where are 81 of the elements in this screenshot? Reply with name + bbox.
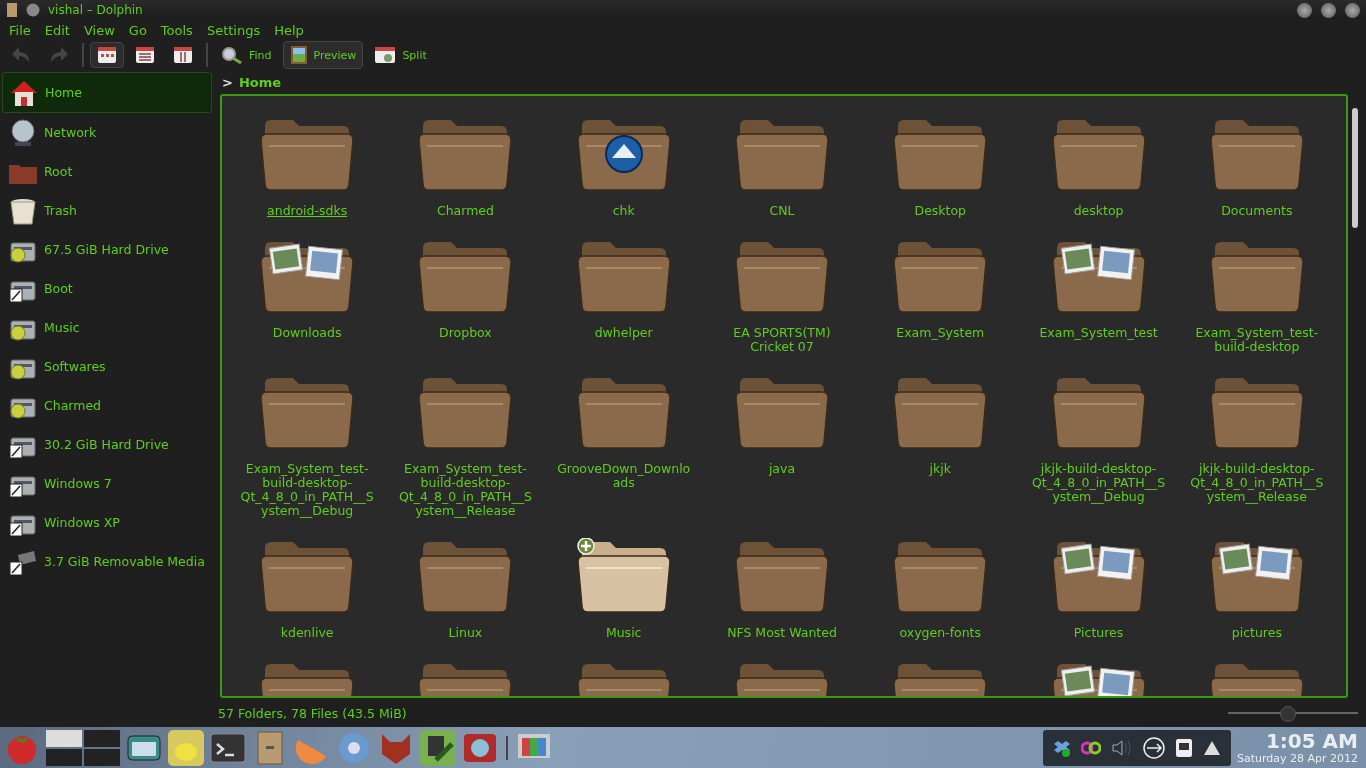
minimize-button[interactable] (1297, 2, 1312, 18)
file-name[interactable]: Exam_System_test (1030, 326, 1167, 340)
expand-triangle-icon[interactable] (1202, 739, 1221, 756)
folder-icon (575, 538, 672, 614)
file-name[interactable]: Exam_System_test-build-desktop (1188, 326, 1325, 354)
places-item[interactable]: Softwares (2, 347, 212, 386)
places-item[interactable]: Trash (2, 191, 212, 230)
places-item[interactable]: Windows XP (2, 503, 212, 542)
desktop-pager-icon[interactable] (46, 729, 120, 766)
rings-icon[interactable] (1080, 740, 1101, 755)
file-name[interactable]: android-sdks (239, 204, 376, 218)
file-name[interactable]: EA SPORTS(TM) Cricket 07 (714, 326, 850, 354)
menu-item[interactable]: Help (269, 22, 313, 38)
file-name[interactable]: CNL (714, 204, 850, 218)
status-text: 57 Folders, 78 Files (43.5 MiB) (218, 705, 407, 721)
preview-button[interactable]: Preview (282, 41, 364, 69)
find-button[interactable]: Find (214, 42, 279, 68)
menu-item[interactable]: Go (123, 22, 156, 38)
ink-pen-icon[interactable] (420, 729, 456, 766)
icons-view-button[interactable] (90, 42, 124, 68)
search-icon (221, 46, 243, 64)
globe-icon (8, 117, 38, 148)
forward-arrow-icon (49, 46, 69, 64)
file-name[interactable]: Exam_System (872, 326, 1009, 340)
places-item[interactable]: Charmed (2, 386, 212, 425)
file-name[interactable]: Exam_System_test-build-desktop-Qt_4_8_0_in_PATH__System__Release (397, 462, 534, 518)
menu-item[interactable]: Tools (155, 22, 202, 38)
file-name[interactable]: java (714, 462, 850, 476)
menu-item[interactable]: View (78, 22, 124, 38)
menu-item[interactable]: File (4, 22, 40, 38)
teapot-icon[interactable] (168, 729, 204, 766)
file-name[interactable]: jkjk (872, 462, 1009, 476)
places-item[interactable]: Windows 7 (2, 464, 212, 503)
file-name[interactable]: Charmed (397, 204, 534, 218)
file-name[interactable]: jkjk-build-desktop-Qt_4_8_0_in_PATH__System__Release (1188, 462, 1325, 504)
file-name[interactable]: NFS Most Wanted (714, 626, 850, 640)
split-button[interactable]: Split (367, 42, 434, 68)
clock-date: Saturday 28 Apr 2012 (1236, 752, 1358, 765)
file-name[interactable]: kdenlive (239, 626, 376, 640)
details-view-icon (135, 46, 155, 64)
picture-frame-icon (289, 45, 308, 65)
volume-icon[interactable] (1110, 738, 1133, 757)
file-name[interactable]: jkjk-build-desktop-Qt_4_8_0_in_PATH__System__Debug (1030, 462, 1167, 504)
back-arrow-icon (11, 46, 31, 64)
file-name[interactable]: dwhelper (555, 326, 692, 340)
places-item[interactable]: Root (2, 152, 212, 191)
network-jack-icon[interactable] (1174, 737, 1193, 758)
close-button[interactable] (1345, 2, 1360, 18)
clock-time: 1:05 AM (1265, 730, 1358, 752)
file-name[interactable]: chk (555, 204, 692, 218)
file-name[interactable]: GrooveDown_Downloads (555, 462, 692, 490)
places-item[interactable]: 3.7 GiB Removable Media (2, 542, 212, 581)
file-name[interactable]: pictures (1188, 626, 1325, 640)
places-item[interactable]: Music (2, 308, 212, 347)
breadcrumb-item[interactable]: Home (238, 74, 282, 90)
file-name[interactable]: Pictures (1030, 626, 1167, 640)
file-name[interactable]: desktop (1030, 204, 1167, 218)
file-name[interactable]: Music (555, 626, 692, 640)
file-name[interactable]: Linux (397, 626, 534, 640)
icons-view-icon (97, 46, 117, 64)
breadcrumb-separator[interactable]: > (222, 74, 233, 90)
menu-item[interactable]: Edit (39, 22, 79, 38)
menu-item[interactable]: Settings (201, 22, 270, 38)
file-name[interactable]: oxygen-fonts (872, 626, 1009, 640)
places-item[interactable]: Network (2, 113, 212, 152)
places-item[interactable]: Boot (2, 269, 212, 308)
window-title: vishal – Dolphin (48, 3, 143, 17)
places-item[interactable]: 67.5 GiB Hard Drive (2, 230, 212, 269)
maximize-button[interactable] (1321, 2, 1336, 18)
split-view-icon (374, 46, 397, 64)
pin-button-icon[interactable] (26, 3, 40, 17)
slider-thumb[interactable] (1279, 706, 1296, 722)
file-name[interactable]: Documents (1188, 204, 1325, 218)
places-item[interactable]: Home (2, 72, 212, 113)
file-name[interactable]: Desktop (872, 204, 1009, 218)
columns-view-icon (173, 46, 193, 64)
file-name[interactable]: Exam_System_test-build-desktop-Qt_4_8_0_in_PATH__System__Debug (239, 462, 376, 518)
places-item[interactable]: 30.2 GiB Hard Drive (2, 425, 212, 464)
file-name[interactable]: Downloads (239, 326, 376, 340)
file-name[interactable]: Dropbox (397, 326, 534, 340)
document-icon (6, 2, 18, 18)
